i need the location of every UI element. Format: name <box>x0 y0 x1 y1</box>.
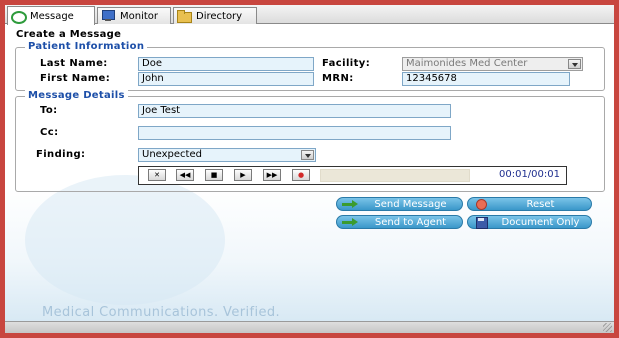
to-label: To: <box>40 105 58 116</box>
arrow-right-icon <box>341 199 361 209</box>
message-icon <box>11 10 27 24</box>
tab-monitor-label: Monitor <box>120 10 159 22</box>
mrn-field[interactable]: 12345678 <box>402 72 570 86</box>
send-message-button[interactable]: Send Message <box>336 197 463 211</box>
play-icon: ▶ <box>240 170 246 179</box>
resize-grip-icon[interactable] <box>603 323 612 332</box>
chevron-down-icon[interactable] <box>568 59 581 69</box>
document-only-button[interactable]: Document Only <box>467 215 592 229</box>
arrow-right-icon <box>341 217 361 227</box>
patient-information-legend: Patient Information <box>25 41 148 52</box>
fast-forward-button[interactable]: ▶▶ <box>263 169 281 181</box>
app-window: Message Monitor Directory Create a Messa… <box>5 5 614 333</box>
reset-icon <box>472 199 492 210</box>
tab-message[interactable]: Message <box>7 6 95 25</box>
reset-button[interactable]: Reset <box>467 197 592 211</box>
cc-label: Cc: <box>40 127 59 138</box>
message-panel: Create a Message Patient Information Las… <box>5 25 614 321</box>
speech-bubble-watermark-icon <box>25 175 225 305</box>
stop-square-icon: ■ <box>210 170 218 179</box>
facility-value: Maimonides Med Center <box>406 58 528 69</box>
mrn-label: MRN: <box>322 73 354 84</box>
chevron-down-icon[interactable] <box>301 150 314 160</box>
pause-button[interactable]: ■ <box>205 169 223 181</box>
send-to-agent-button[interactable]: Send to Agent <box>336 215 463 229</box>
audio-player: ✕ ◀◀ ■ ▶ ▶▶ ● 00:01/00:01 <box>138 166 567 185</box>
monitor-icon <box>101 10 115 22</box>
first-name-label: First Name: <box>40 73 111 84</box>
cc-field[interactable] <box>138 126 451 140</box>
playback-progress[interactable] <box>320 169 470 182</box>
facility-label: Facility: <box>322 58 371 69</box>
save-disk-icon <box>472 217 492 229</box>
tab-monitor[interactable]: Monitor <box>97 7 171 24</box>
tab-bar: Message Monitor Directory <box>5 5 614 25</box>
patient-information-group: Patient Information Last Name: Doe Facil… <box>15 41 605 91</box>
tab-message-label: Message <box>30 10 74 22</box>
playback-time: 00:01/00:01 <box>498 169 560 180</box>
to-field[interactable]: Joe Test <box>138 104 451 118</box>
facility-select[interactable]: Maimonides Med Center <box>402 57 583 71</box>
rewind-button[interactable]: ◀◀ <box>176 169 194 181</box>
last-name-field[interactable]: Doe <box>138 57 314 71</box>
first-name-field[interactable]: John <box>138 72 314 86</box>
close-icon: ✕ <box>154 170 160 179</box>
tab-directory-label: Directory <box>196 10 243 22</box>
folder-icon <box>177 10 192 23</box>
last-name-label: Last Name: <box>40 58 108 69</box>
message-details-legend: Message Details <box>25 90 128 101</box>
stop-button[interactable]: ✕ <box>148 169 166 181</box>
fast-forward-icon: ▶▶ <box>266 170 278 179</box>
tagline: Medical Communications. Verified. <box>42 305 281 320</box>
status-bar <box>5 321 614 333</box>
finding-value: Unexpected <box>142 149 202 160</box>
record-button[interactable]: ● <box>292 169 310 181</box>
tab-directory[interactable]: Directory <box>173 7 257 24</box>
rewind-icon: ◀◀ <box>179 170 191 179</box>
play-button[interactable]: ▶ <box>234 169 252 181</box>
finding-select[interactable]: Unexpected <box>138 148 316 162</box>
page-title: Create a Message <box>16 29 122 40</box>
finding-label: Finding: <box>36 149 86 160</box>
record-icon: ● <box>297 170 305 179</box>
